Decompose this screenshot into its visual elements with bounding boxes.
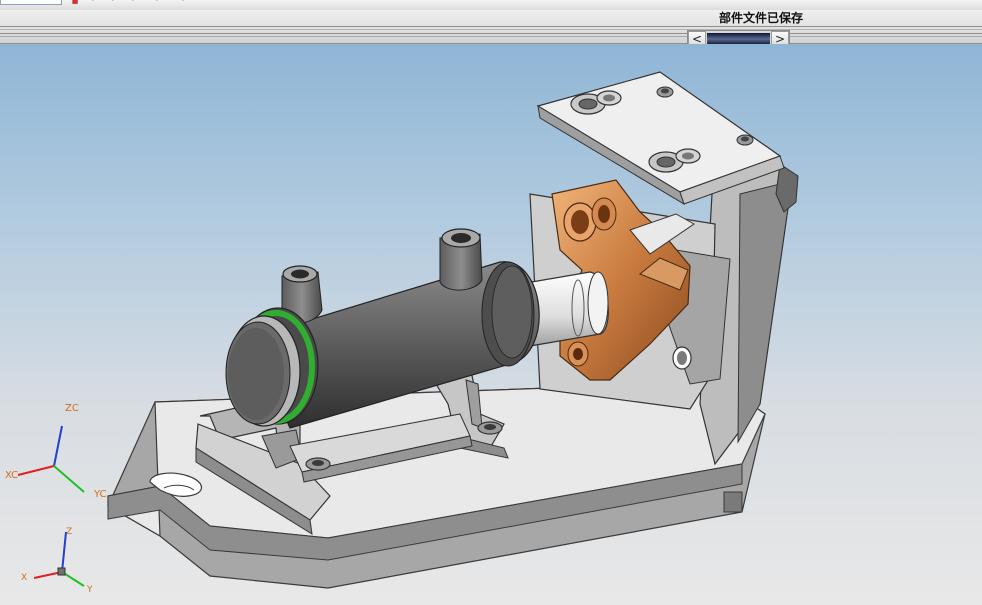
status-bar: 部件文件已保存 [0,10,982,44]
base-plate[interactable] [107,381,766,589]
triad-y-label: YC [94,489,107,500]
abs-x-label: X [21,573,28,583]
toolbar-icon-remnant[interactable]: · [108,0,118,5]
mount-screw [477,421,503,435]
cad-model-scene[interactable] [0,44,982,605]
graphics-viewport[interactable]: ZC XC YC Z X Y [0,44,982,605]
toolbar-icon-remnant[interactable]: ■ [70,0,80,5]
port-fitting[interactable] [439,228,483,291]
abs-z-label: Z [66,527,73,537]
abs-y-label: Y [87,585,93,595]
toolbar-icon-remnant[interactable]: · [88,0,98,5]
toolbar-icon-remnant[interactable]: · [152,0,162,5]
toolbar-input-remnant[interactable] [0,0,62,5]
toolbar-icon-remnant[interactable]: · [128,0,138,5]
mount-screw [305,457,331,471]
status-message: 部件文件已保存 [719,11,804,25]
triad-x-label: XC [5,470,19,481]
triad-z-label: ZC [65,403,79,414]
toolbar-icon-remnant[interactable]: · [178,0,188,5]
absolute-triad-icon [33,531,85,587]
